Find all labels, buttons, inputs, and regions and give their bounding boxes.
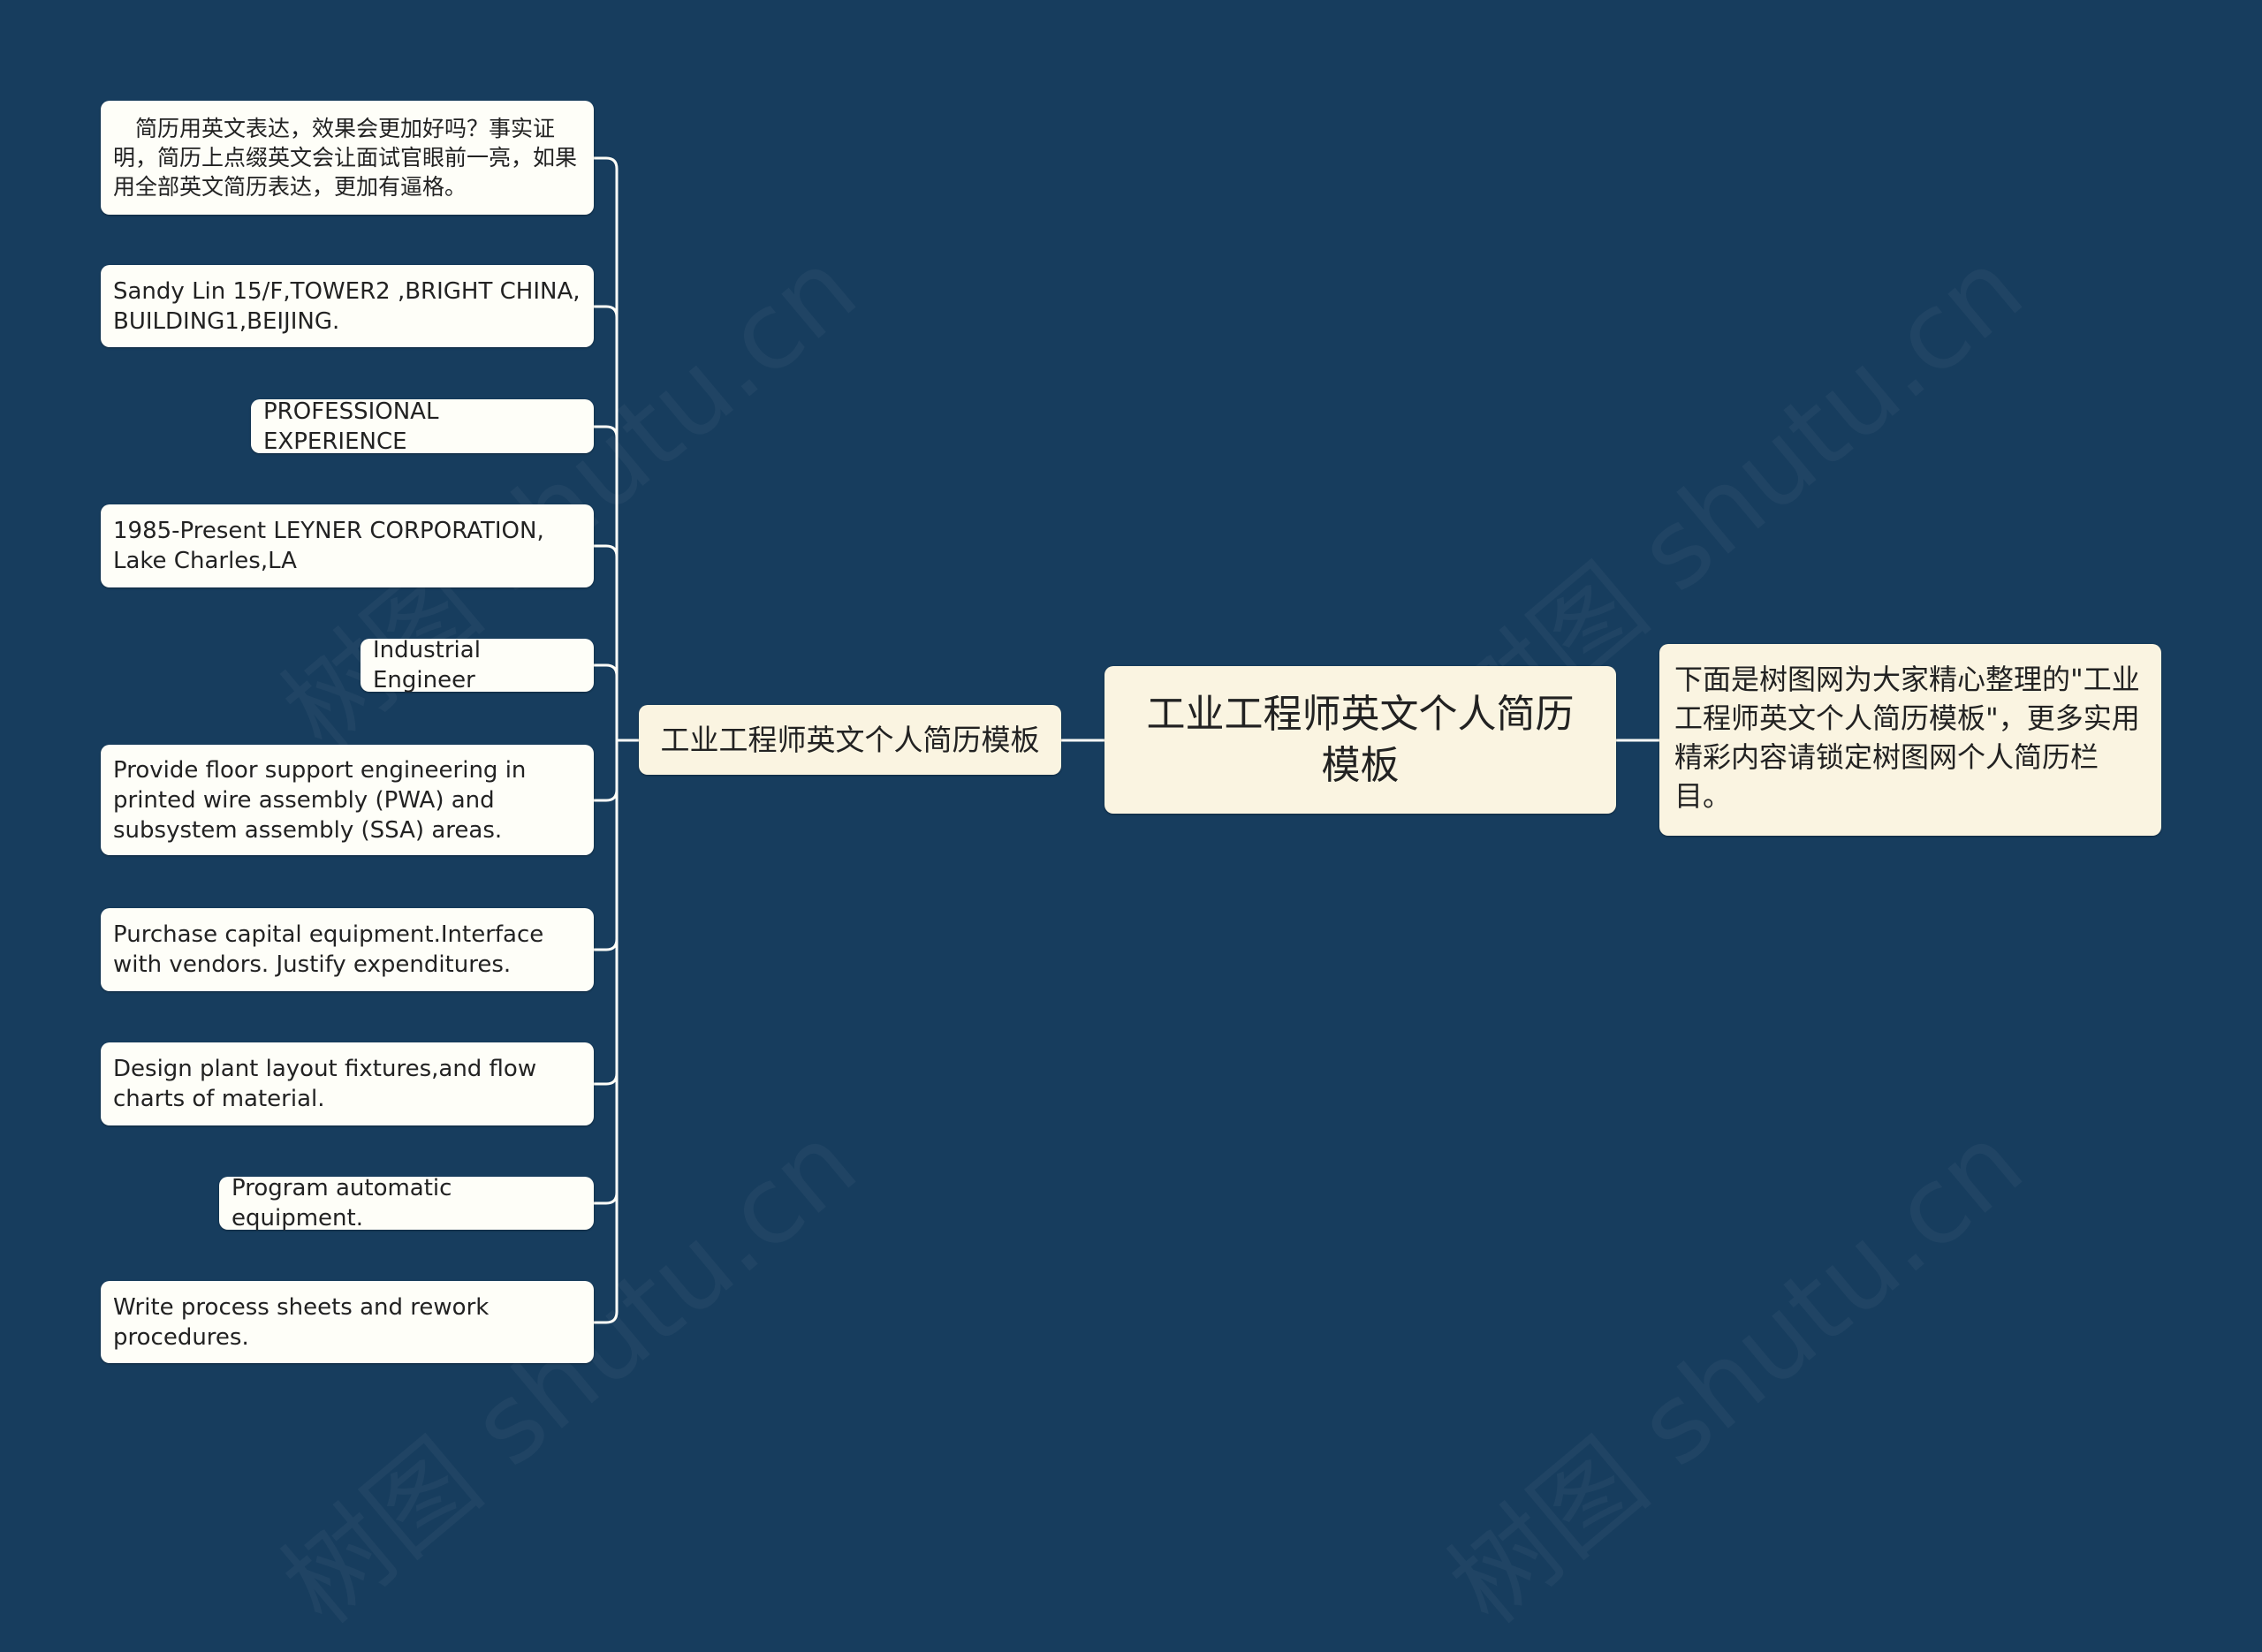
leaf-node[interactable]: Industrial Engineer: [361, 637, 594, 693]
leaf-node-text: Sandy Lin 15/F,TOWER2 ,BRIGHT CHINA, BUI…: [113, 277, 581, 335]
leaf-node[interactable]: Design plant layout fixtures,and flow ch…: [101, 1042, 594, 1125]
leaf-node[interactable]: Write process sheets and rework procedur…: [101, 1281, 594, 1363]
leaf-node[interactable]: 简历用英文表达，效果会更加好吗？事实证明，简历上点缀英文会让面试官眼前一亮，如果…: [101, 101, 594, 215]
connector-leaf: [594, 305, 619, 740]
connector-leaf: [594, 740, 619, 1324]
connector-leaf: [594, 425, 619, 740]
leaf-node-text: Provide floor support engineering in pri…: [113, 756, 527, 844]
leaf-node[interactable]: Purchase capital equipment.Interface wit…: [101, 908, 594, 991]
leaf-node[interactable]: PROFESSIONAL EXPERIENCE: [251, 398, 594, 455]
connector-leaf: [594, 740, 619, 1205]
leaf-node[interactable]: 1985-Present LEYNER CORPORATION, Lake Ch…: [101, 504, 594, 587]
leaf-node-text: Design plant layout fixtures,and flow ch…: [113, 1056, 537, 1112]
leaf-node-text: Write process sheets and rework procedur…: [113, 1293, 490, 1351]
connector-leaf: [594, 663, 619, 740]
branch-node[interactable]: 工业工程师英文个人简历模板: [639, 705, 1061, 775]
leaf-node-text: Program automatic equipment.: [232, 1175, 452, 1231]
leaf-node-text: PROFESSIONAL EXPERIENCE: [263, 398, 439, 455]
leaf-node-text: Industrial Engineer: [373, 637, 481, 693]
connector-leaf: [594, 740, 619, 1086]
leaf-node-text: 1985-Present LEYNER CORPORATION, Lake Ch…: [113, 518, 544, 574]
leaf-node-text: 简历用英文表达，效果会更加好吗？事实证明，简历上点缀英文会让面试官眼前一亮，如果…: [113, 116, 578, 200]
leaf-node[interactable]: Sandy Lin 15/F,TOWER2 ,BRIGHT CHINA, BUI…: [101, 265, 594, 347]
connector-leaf: [594, 740, 619, 951]
note-node-text: 下面是树图网为大家精心整理的"工业工程师英文个人简历模板"，更多实用精彩内容请锁…: [1674, 663, 2140, 813]
connector-leaf: [594, 740, 619, 802]
watermark: 树图 shutu.cn: [1411, 1082, 2049, 1652]
leaf-node[interactable]: Program automatic equipment.: [219, 1175, 594, 1231]
leaf-node[interactable]: Provide floor support engineering in pri…: [101, 745, 594, 855]
root-node[interactable]: 工业工程师英文个人简历模板: [1104, 666, 1616, 814]
watermark: 树图 shutu.cn: [245, 1082, 883, 1652]
root-node-label: 工业工程师英文个人简历模板: [1146, 691, 1575, 788]
note-node[interactable]: 下面是树图网为大家精心整理的"工业工程师英文个人简历模板"，更多实用精彩内容请锁…: [1659, 644, 2161, 836]
leaf-node-text: Purchase capital equipment.Interface wit…: [113, 921, 544, 978]
connector-leaf: [594, 156, 619, 740]
connector-leaf: [594, 544, 619, 740]
branch-node-label: 工业工程师英文个人简历模板: [660, 722, 1040, 757]
